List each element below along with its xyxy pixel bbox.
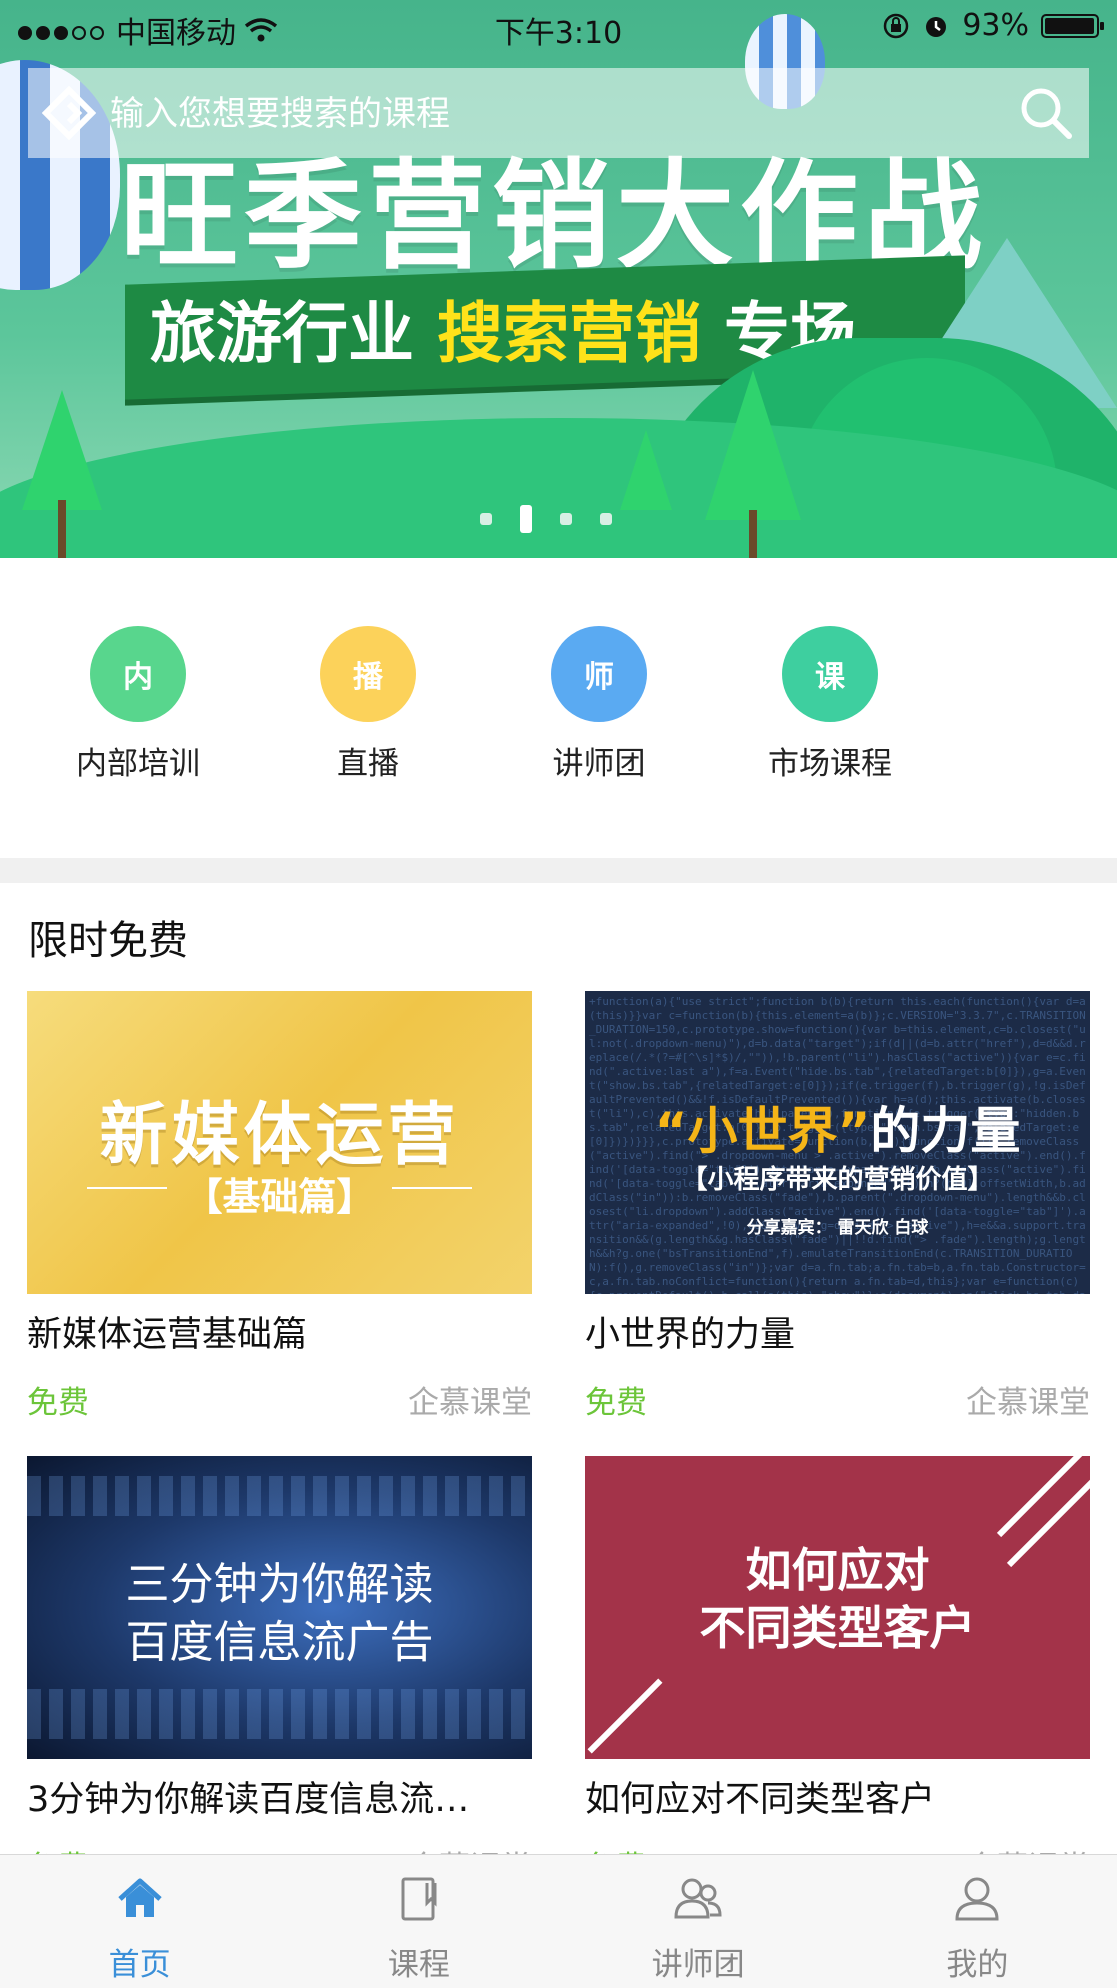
tree-shape — [22, 390, 102, 510]
course-title[interactable]: 新媒体运营基础篇 — [27, 1306, 532, 1357]
course-card[interactable]: 三分钟为你解读百度信息流广告 3分钟为你解读百度信息流… 免费 企慕课堂 — [27, 1456, 532, 1887]
banner-subtitle: 旅游行业 搜索营销 专场 — [150, 280, 856, 376]
category-internal-training[interactable]: 内 内部培训 — [38, 626, 238, 783]
category-lecturers[interactable]: 师 讲师团 — [499, 626, 699, 783]
category-label: 内部培训 — [76, 746, 200, 782]
pagination-dot-active[interactable] — [520, 505, 532, 533]
course-thumbnail[interactable]: 新媒体运营 【基础篇】 — [27, 991, 532, 1294]
tree-trunk — [58, 500, 66, 558]
tree-trunk — [749, 510, 757, 558]
lecturers-icon: 师 — [551, 626, 647, 722]
search-icon[interactable] — [1017, 84, 1075, 142]
tab-label: 讲师团 — [651, 1947, 745, 1983]
live-icon: 播 — [320, 626, 416, 722]
thumb-rule-right — [392, 1187, 472, 1189]
thumb-title: “小世界”的力量 — [654, 1102, 1021, 1160]
rotation-lock-icon — [884, 13, 909, 38]
course-thumbnail[interactable]: 三分钟为你解读 百度信息流广告 — [27, 1456, 532, 1759]
course-meta: 免费 企慕课堂 — [585, 1377, 1090, 1422]
thumb-subtitle: 【小程序带来的营销价值】 — [681, 1165, 994, 1195]
tab-label: 首页 — [108, 1947, 171, 1983]
tab-home[interactable]: 首页 — [0, 1855, 279, 1988]
course-card[interactable]: +function(a){"use strict";function b(b){… — [585, 991, 1090, 1422]
course-thumbnail[interactable]: 如何应对 不同类型客户 — [585, 1456, 1090, 1759]
pagination-dot[interactable] — [560, 513, 572, 525]
tab-profile[interactable]: 我的 — [838, 1855, 1117, 1988]
decor-stripe — [587, 1678, 663, 1754]
tile-pattern — [27, 1689, 532, 1739]
status-bar: 中国移动 下午3:10 93% — [0, 0, 1117, 56]
book-icon — [401, 1877, 437, 1921]
course-price: 免费 — [585, 1385, 647, 1421]
pagination-dot[interactable] — [480, 513, 492, 525]
tile-pattern — [27, 1476, 532, 1516]
search-bar[interactable] — [28, 68, 1089, 158]
course-title[interactable]: 如何应对不同类型客户 — [585, 1771, 1090, 1822]
status-right: 93% — [882, 8, 1104, 43]
course-thumbnail[interactable]: +function(a){"use strict";function b(b){… — [585, 991, 1090, 1294]
tab-label: 课程 — [387, 1947, 450, 1983]
subtitle-prefix: 旅游行业 — [150, 295, 437, 372]
alarm-icon — [926, 16, 947, 37]
course-title[interactable]: 小世界的力量 — [585, 1306, 1090, 1357]
course-title[interactable]: 3分钟为你解读百度信息流… — [27, 1771, 532, 1822]
category-shortcuts: 内 内部培训 播 直播 师 讲师团 课 市场课程 — [0, 558, 1117, 858]
search-input[interactable] — [108, 86, 992, 142]
course-card[interactable]: 新媒体运营 【基础篇】 新媒体运营基础篇 免费 企慕课堂 — [27, 991, 532, 1422]
category-label: 直播 — [337, 746, 399, 782]
app-logo-icon — [42, 86, 96, 140]
thumb-speaker: 分享嘉宾： 雷天欣 白球 — [746, 1218, 929, 1238]
group-icon — [674, 1878, 722, 1919]
tab-lecturers[interactable]: 讲师团 — [559, 1855, 838, 1988]
course-card[interactable]: 如何应对不同类型客户 如何应对不同类型客户 免费 企慕课堂 — [585, 1456, 1090, 1887]
user-icon — [955, 1877, 999, 1921]
banner-pagination — [480, 505, 612, 533]
home-icon — [117, 1878, 162, 1917]
bottom-tab-bar: 首页 课程 讲师团 我的 — [0, 1854, 1117, 1988]
thumb-subtitle: 【基础篇】 — [184, 1175, 375, 1219]
tab-courses[interactable]: 课程 — [279, 1855, 558, 1988]
category-label: 市场课程 — [768, 746, 892, 782]
course-organization: 企慕课堂 — [408, 1385, 532, 1421]
course-meta: 免费 企慕课堂 — [27, 1377, 532, 1422]
section-divider — [0, 858, 1117, 883]
category-label: 讲师团 — [552, 746, 646, 782]
category-live[interactable]: 播 直播 — [268, 626, 468, 783]
section-title: 限时免费 — [28, 918, 188, 964]
tab-label: 我的 — [946, 1947, 1009, 1983]
subtitle-highlight: 搜索营销 — [436, 295, 701, 372]
tree-shape — [620, 430, 672, 510]
thumb-title: 三分钟为你解读 百度信息流广告 — [125, 1559, 434, 1668]
pagination-dot[interactable] — [600, 513, 612, 525]
course-price: 免费 — [27, 1385, 89, 1421]
battery-percent: 93% — [962, 8, 1029, 43]
thumb-title: 新媒体运营 — [99, 1096, 460, 1175]
course-organization: 企慕课堂 — [966, 1385, 1090, 1421]
thumb-title: 如何应对 不同类型客户 — [699, 1543, 976, 1655]
battery-icon — [1041, 13, 1104, 38]
tree-shape — [705, 370, 801, 520]
category-market-courses[interactable]: 课 市场课程 — [730, 626, 930, 783]
market-courses-icon: 课 — [782, 626, 878, 722]
internal-training-icon: 内 — [90, 626, 186, 722]
